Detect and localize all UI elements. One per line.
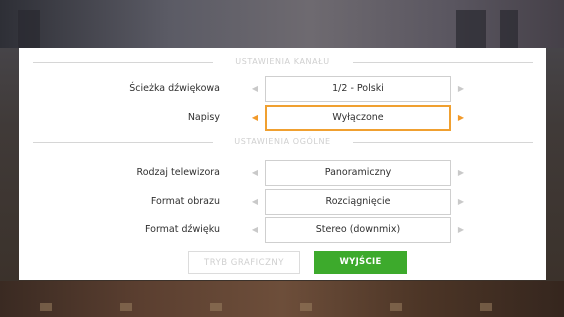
graphic-mode-button[interactable]: TRYB GRAFICZNY <box>188 251 300 274</box>
background-street <box>0 281 564 317</box>
arrow-left-icon[interactable]: ◀ <box>250 217 260 243</box>
background-building <box>500 10 518 48</box>
subtitles-label: Napisy <box>187 112 220 123</box>
sound-format-label: Format dźwięku <box>145 224 220 235</box>
arrow-right-icon[interactable]: ▶ <box>456 105 466 131</box>
arrow-right-icon[interactable]: ▶ <box>456 160 466 186</box>
sound-format-row[interactable]: Format dźwięku ◀ Stereo (downmix) ▶ <box>19 217 546 243</box>
picture-format-row[interactable]: Format obrazu ◀ Rozciągnięcie ▶ <box>19 189 546 215</box>
arrow-right-icon[interactable]: ▶ <box>456 189 466 215</box>
channel-settings-header: USTAWIENIA KANAŁU <box>19 55 546 69</box>
divider <box>353 62 533 63</box>
arrow-right-icon[interactable]: ▶ <box>456 76 466 102</box>
arrow-left-icon[interactable]: ◀ <box>250 76 260 102</box>
exit-button[interactable]: WYJŚCIE <box>314 251 407 274</box>
arrow-left-icon[interactable]: ◀ <box>250 189 260 215</box>
audio-track-value[interactable]: 1/2 - Polski <box>265 76 451 102</box>
tv-type-label: Rodzaj telewizora <box>136 167 220 178</box>
picture-format-value[interactable]: Rozciągnięcie <box>265 189 451 215</box>
audio-track-row[interactable]: Ścieżka dźwiękowa ◀ 1/2 - Polski ▶ <box>19 76 546 102</box>
arrow-left-icon[interactable]: ◀ <box>250 160 260 186</box>
subtitles-row[interactable]: Napisy ◀ Wyłączone ▶ <box>19 105 546 131</box>
arrow-left-icon[interactable]: ◀ <box>250 105 260 131</box>
sound-format-value[interactable]: Stereo (downmix) <box>265 217 451 243</box>
tv-type-row[interactable]: Rodzaj telewizora ◀ Panoramiczny ▶ <box>19 160 546 186</box>
settings-panel: USTAWIENIA KANAŁU Ścieżka dźwiękowa ◀ 1/… <box>19 48 546 280</box>
background-building <box>456 10 486 48</box>
divider <box>353 142 533 143</box>
background-window <box>300 303 312 311</box>
audio-track-label: Ścieżka dźwiękowa <box>129 83 220 94</box>
general-settings-header: USTAWIENIA OGÓLNE <box>19 135 546 149</box>
background-window <box>120 303 132 311</box>
background-window <box>480 303 492 311</box>
background-window <box>40 303 52 311</box>
picture-format-label: Format obrazu <box>150 196 220 207</box>
arrow-right-icon[interactable]: ▶ <box>456 217 466 243</box>
background-window <box>390 303 402 311</box>
background-building <box>18 10 40 48</box>
background-window <box>210 303 222 311</box>
subtitles-value[interactable]: Wyłączone <box>265 105 451 131</box>
tv-type-value[interactable]: Panoramiczny <box>265 160 451 186</box>
